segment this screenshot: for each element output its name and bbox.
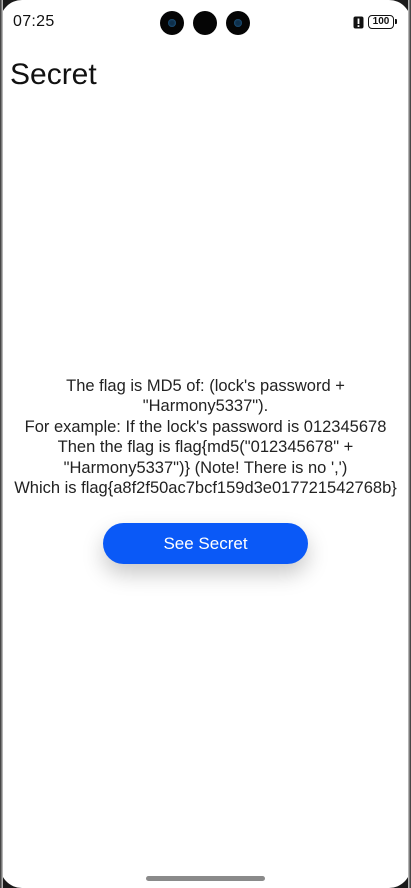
status-bar: 07:25 100 bbox=[0, 0, 411, 46]
camera-icon bbox=[160, 11, 184, 35]
phone-screen: 07:25 100 Secret The flag is MD5 of: (lo… bbox=[0, 0, 411, 888]
battery-icon: 100 bbox=[368, 15, 397, 29]
camera-icon bbox=[193, 11, 217, 35]
page-title: Secret bbox=[10, 58, 97, 91]
instruction-line: For example: If the lock's password is 0… bbox=[24, 417, 387, 436]
instruction-line: "Harmony5337")} (Note! There is no ',') bbox=[63, 458, 348, 477]
device-frame-left bbox=[0, 0, 3, 888]
instruction-line: Which is flag{a8f2f50ac7bcf159d3e0177215… bbox=[14, 479, 397, 498]
see-secret-button[interactable]: See Secret bbox=[103, 523, 308, 564]
home-indicator[interactable] bbox=[146, 876, 265, 881]
battery-level: 100 bbox=[372, 16, 390, 27]
instruction-line: The flag is MD5 of: (lock's password + bbox=[66, 377, 345, 395]
flag-instructions: The flag is MD5 of: (lock's password + "… bbox=[0, 376, 411, 498]
status-time: 07:25 bbox=[13, 13, 55, 30]
camera-icon bbox=[226, 11, 250, 35]
instruction-line: Then the flag is flag{md5("012345678" + bbox=[57, 438, 354, 457]
exclamation-icon bbox=[353, 16, 364, 29]
instruction-line: "Harmony5337"). bbox=[142, 397, 269, 416]
